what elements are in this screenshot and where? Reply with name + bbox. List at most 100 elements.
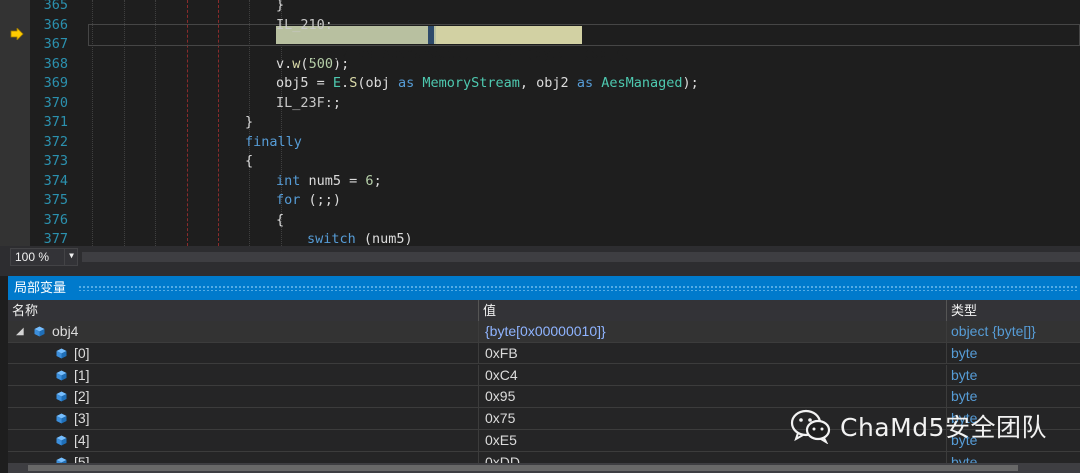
- code-line-369[interactable]: obj5 = E.S(obj as MemoryStream, obj2 as …: [276, 74, 699, 94]
- variable-cube-icon: [34, 326, 45, 337]
- variable-type: object {byte[]}: [951, 323, 1036, 339]
- code-segment: IL_23F:: [276, 94, 333, 111]
- code-segment: );: [682, 75, 699, 91]
- name-cell: [4]: [8, 430, 479, 451]
- variable-value: 0x75: [485, 410, 516, 427]
- breakpoint-margin[interactable]: [0, 0, 30, 246]
- code-line-374[interactable]: int num5 = 6;: [276, 172, 382, 192]
- scrollbar-thumb[interactable]: [28, 465, 1018, 471]
- code-segment: , obj2: [519, 75, 577, 91]
- name-cell: [3]: [8, 408, 479, 430]
- code-segment: {: [245, 153, 254, 169]
- variable-name: [1]: [74, 366, 90, 383]
- code-segment: E: [332, 75, 342, 91]
- locals-row[interactable]: [0] 0xFB byte: [8, 342, 1080, 365]
- code-line-376[interactable]: {: [276, 211, 284, 231]
- code-segment: switch: [307, 231, 356, 246]
- name-cell: [1]: [8, 364, 479, 386]
- editor-status-bar: 100 % ▼: [0, 246, 1080, 268]
- code-editor[interactable]: 3653663673683693703713723733743753763773…: [0, 0, 1080, 246]
- code-line-375[interactable]: for (;;): [276, 191, 341, 211]
- chevron-down-icon[interactable]: ▼: [64, 248, 78, 266]
- name-cell: ◢ obj4: [8, 321, 479, 342]
- line-number-gutter: 3653663673683693703713723733743753763773…: [30, 0, 68, 246]
- panel-splitter[interactable]: [0, 268, 1080, 276]
- code-line-365[interactable]: }: [276, 0, 284, 16]
- watermark-text: ChaMd5安全团队: [840, 413, 1047, 442]
- variable-value: 0xC4: [485, 366, 518, 383]
- variable-cube-icon: [56, 370, 67, 381]
- variable-type: byte: [951, 388, 978, 405]
- code-line-373[interactable]: {: [245, 152, 253, 172]
- title-bar-grip: [78, 285, 1078, 291]
- collapse-triangle-icon[interactable]: ◢: [16, 321, 24, 342]
- code-segment: num5 =: [300, 172, 366, 189]
- locals-row[interactable]: ◢ obj4 {byte[0x00000010]} object {byte[]}: [8, 321, 1080, 343]
- line-number: 368: [43, 55, 68, 72]
- code-segment: (obj2 as AesManaged): [308, 46, 472, 62]
- locals-window-title: 局部变量: [14, 280, 67, 295]
- code-segment: .IV = (byte[])obj4;: [477, 46, 632, 62]
- current-statement-arrow-icon: [10, 28, 24, 40]
- code-segment: ;: [373, 172, 382, 189]
- variable-name: [2]: [74, 388, 90, 405]
- value-cell[interactable]: 0xFB: [479, 342, 947, 364]
- variable-type: byte: [951, 344, 978, 361]
- code-segment: (num5): [355, 231, 413, 246]
- line-number: 376: [43, 211, 68, 228]
- locals-row[interactable]: [1] 0xC4 byte: [8, 364, 1080, 387]
- value-cell[interactable]: 0xC4: [479, 364, 947, 386]
- horizontal-scrollbar[interactable]: [82, 252, 1080, 262]
- code-segment: as: [576, 75, 594, 91]
- variable-name: [4]: [74, 432, 90, 448]
- code-segment: (;;): [300, 192, 342, 208]
- name-cell: [0]: [8, 342, 479, 364]
- code-line-377[interactable]: switch (num5): [307, 230, 413, 246]
- line-number: 374: [43, 172, 68, 189]
- code-line-367[interactable]: (obj2 as AesManaged) .IV = (byte[])obj4;: [276, 26, 632, 62]
- variable-type: byte: [951, 366, 978, 383]
- zoom-level-value: 100 %: [15, 250, 50, 264]
- code-segment: int: [276, 172, 301, 189]
- type-cell: byte: [947, 343, 1080, 364]
- variable-cube-icon: [56, 391, 67, 402]
- variable-value: 0xFB: [485, 344, 518, 361]
- code-segment: finally: [245, 133, 302, 150]
- code-segment: {: [276, 211, 285, 228]
- column-header-type[interactable]: 类型: [947, 300, 1080, 321]
- line-number: 377: [43, 231, 68, 246]
- column-header-value[interactable]: 值: [479, 300, 947, 321]
- horizontal-scrollbar[interactable]: [8, 463, 1080, 473]
- value-cell[interactable]: {byte[0x00000010]}: [479, 321, 947, 342]
- code-segment: (obj: [357, 75, 398, 91]
- variable-value: 0x95: [485, 388, 516, 405]
- code-line-372[interactable]: finally: [245, 133, 302, 153]
- line-number: 369: [43, 75, 68, 91]
- variable-cube-icon: [56, 348, 67, 359]
- line-number: 367: [43, 36, 68, 52]
- code-segment: }: [245, 114, 254, 130]
- variable-name: [0]: [74, 344, 90, 361]
- line-number: 373: [43, 153, 68, 169]
- line-number: 370: [43, 94, 68, 111]
- variable-value: {byte[0x00000010]}: [485, 323, 606, 339]
- code-segment: as: [397, 75, 415, 91]
- line-number: 366: [43, 16, 68, 33]
- variable-name: [3]: [74, 410, 90, 427]
- locals-window-title-bar[interactable]: 局部变量: [8, 276, 1080, 300]
- code-segment: ;: [332, 94, 342, 111]
- code-segment: for: [276, 192, 301, 208]
- variable-cube-icon: [56, 413, 67, 424]
- code-line-371[interactable]: }: [245, 113, 253, 133]
- code-segment: 6: [365, 172, 374, 189]
- column-header: 名称 值 类型: [8, 300, 1080, 321]
- variable-value: 0xE5: [485, 432, 517, 448]
- code-segment: MemoryStream: [422, 75, 520, 91]
- code-segment: .: [341, 75, 350, 91]
- watermark: ChaMd5安全团队: [790, 404, 1047, 448]
- name-cell: [2]: [8, 386, 479, 408]
- line-number: 371: [43, 114, 68, 130]
- column-header-name[interactable]: 名称: [8, 300, 479, 321]
- code-line-370[interactable]: IL_23F:;: [276, 94, 341, 114]
- variable-name: obj4: [52, 323, 79, 339]
